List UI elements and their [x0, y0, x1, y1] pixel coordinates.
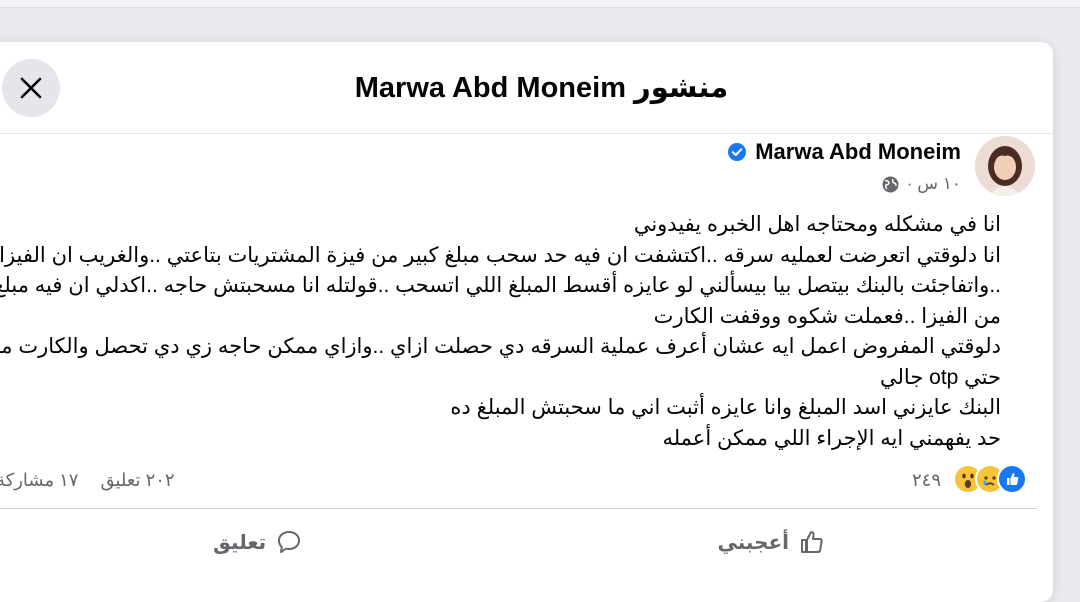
post-line: ..واتفاجئت بالبنك بيتصل بيا بيسألني لو ع…: [0, 274, 1001, 297]
post-line: انا في مشكله ومحتاجه اهل الخبره يفيدوني: [633, 213, 1001, 236]
globe-icon[interactable]: [882, 176, 899, 193]
post-line: البنك عايزني اسد المبلغ وانا عايزه أثبت …: [450, 396, 1001, 419]
modal-title: Marwa Abd Moneim منشور: [0, 70, 1053, 105]
divider: [0, 508, 1037, 509]
verified-badge-icon: [727, 142, 747, 162]
reaction-count[interactable]: ٢٤٩: [912, 470, 941, 491]
modal-title-label: منشور: [634, 72, 729, 104]
post-line: دلوقتي المفروض اعمل ايه عشان أعرف عملية …: [0, 335, 1001, 358]
like-reaction-icon: [997, 464, 1027, 494]
comment-button[interactable]: تعليق: [213, 522, 302, 562]
modal-header: Marwa Abd Moneim منشور: [0, 42, 1053, 134]
comment-label: تعليق: [213, 531, 267, 554]
post-actions: أعجبني تعليق: [0, 516, 1053, 568]
comments-count[interactable]: ٢٠٢ تعليق: [100, 470, 174, 491]
author-name[interactable]: Marwa Abd Moneim: [755, 139, 961, 165]
post-line: حتي otp جالي: [880, 365, 1001, 389]
reactions-row: ٢٤٩ ٢٠٢ تعليق ١٧ مشاركة: [0, 456, 1053, 506]
like-label: أعجبني: [717, 531, 790, 554]
post-line: حد يفهمني ايه الإجراء اللي ممكن أعمله: [662, 426, 1001, 450]
post-line: انا دلوقتي اتعرضت لعمليه سرقه ..اكتشفت ا…: [0, 243, 1001, 267]
post-meta: ١٠ س ·: [882, 174, 961, 194]
author-row: Marwa Abd Moneim: [727, 139, 961, 165]
comment-icon: [276, 529, 302, 555]
post-header: Marwa Abd Moneim ١٠ س ·: [635, 134, 1035, 214]
post-modal: Marwa Abd Moneim منشور Marwa Abd Moneim: [0, 42, 1053, 602]
shares-count[interactable]: ١٧ مشاركة: [0, 470, 78, 491]
post-line: من الفيزا ..فعملت شكوه ووقفت الكارت: [653, 304, 1001, 328]
avatar[interactable]: [975, 136, 1035, 196]
modal-title-name: Marwa Abd Moneim: [354, 72, 626, 104]
like-button[interactable]: أعجبني: [718, 522, 826, 562]
post-body: انا في مشكله ومحتاجه اهل الخبره يفيدوني …: [0, 210, 1001, 454]
post-time[interactable]: ١٠ س ·: [907, 174, 961, 194]
reaction-icons[interactable]: [947, 464, 1027, 496]
thumbs-up-icon: [799, 529, 825, 555]
browser-top-strip: [0, 0, 1080, 8]
post-stats: ٢٠٢ تعليق ١٧ مشاركة: [0, 470, 175, 491]
